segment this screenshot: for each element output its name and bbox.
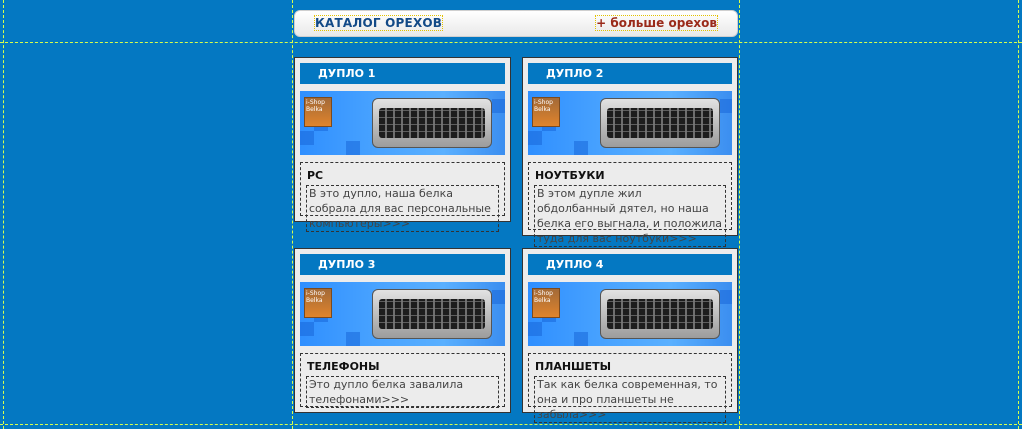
keyboard-image <box>372 98 492 148</box>
category-name[interactable]: НОУТБУКИ <box>535 169 605 182</box>
card-heading: ДУПЛО 2 <box>546 67 604 80</box>
card-header: ДУПЛО 3 <box>300 254 505 275</box>
keyboard-image <box>372 289 492 339</box>
card-text-area: НОУТБУКИ В этом дупле жил обдолбанный дя… <box>528 162 732 247</box>
product-banner-image[interactable]: i-Shop Belka <box>300 282 505 346</box>
shop-logo-icon: i-Shop Belka <box>532 288 560 318</box>
card-text-area: PC В это дупло, наша белка собрала для в… <box>300 162 505 232</box>
shop-logo-icon: i-Shop Belka <box>304 288 332 318</box>
category-description: В это дупло, наша белка собрала для вас … <box>306 185 499 232</box>
card-header: ДУПЛО 2 <box>528 63 732 84</box>
catalog-card[interactable]: ДУПЛО 2 i-Shop Belka НОУТБУКИ В этом дуп… <box>522 57 738 247</box>
category-name[interactable]: ПЛАНШЕТЫ <box>535 360 611 373</box>
card-heading: ДУПЛО 4 <box>546 258 604 271</box>
catalog-card[interactable]: ДУПЛО 1 i-Shop Belka PC В это дупло, наш… <box>294 57 511 232</box>
card-heading: ДУПЛО 3 <box>318 258 376 271</box>
product-banner-image[interactable]: i-Shop Belka <box>528 282 732 346</box>
catalog-card[interactable]: ДУПЛО 4 i-Shop Belka ПЛАНШЕТЫ Так как бе… <box>522 248 738 423</box>
shop-logo-icon: i-Shop Belka <box>532 97 560 127</box>
product-banner-image[interactable]: i-Shop Belka <box>300 91 505 155</box>
catalog-title: КАТАЛОГ ОРЕХОВ <box>313 15 444 31</box>
card-header: ДУПЛО 4 <box>528 254 732 275</box>
category-description: В этом дупле жил обдолбанный дятел, но н… <box>534 185 726 247</box>
product-banner-image[interactable]: i-Shop Belka <box>528 91 732 155</box>
keyboard-image <box>600 289 720 339</box>
catalog-header: КАТАЛОГ ОРЕХОВ + больше орехов <box>294 10 738 37</box>
card-text-area: ПЛАНШЕТЫ Так как белка современная, то о… <box>528 353 732 423</box>
catalog-card[interactable]: ДУПЛО 3 i-Shop Belka ТЕЛЕФОНЫ Это дупло … <box>294 248 511 413</box>
category-name[interactable]: ТЕЛЕФОНЫ <box>307 360 380 373</box>
shop-logo-icon: i-Shop Belka <box>304 97 332 127</box>
card-header: ДУПЛО 1 <box>300 63 505 84</box>
category-description: Это дупло белка завалила телефонами>>> <box>306 376 499 408</box>
card-text-area: ТЕЛЕФОНЫ Это дупло белка завалила телефо… <box>300 353 505 408</box>
card-heading: ДУПЛО 1 <box>318 67 376 80</box>
category-name[interactable]: PC <box>307 169 323 182</box>
more-nuts-link[interactable]: + больше орехов <box>595 15 718 31</box>
keyboard-image <box>600 98 720 148</box>
category-description: Так как белка современная, то она и про … <box>534 376 726 423</box>
